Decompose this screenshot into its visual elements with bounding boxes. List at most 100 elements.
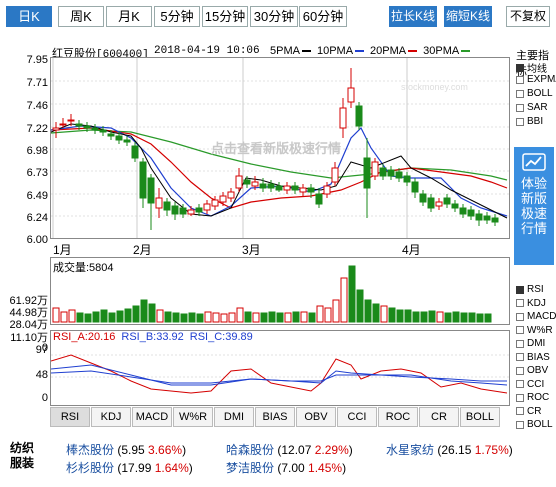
related-stock-link[interactable]: 杉杉股份 (17.99 1.64%) [66,459,193,476]
sector-label: 纺织服装 [10,441,35,470]
sub-indicator-obv[interactable]: OBV [516,365,548,376]
ma-legend: 5PMA 10PMA 20PMA 30PMA [270,45,471,57]
zoom-in-button[interactable]: 缩短K线 [444,6,492,27]
rsi-chart[interactable]: RSI_A:20.16 RSI_B:33.92 RSI_C:39.89 [50,330,510,406]
kline-chart[interactable]: 点击查看新版极速行情 stockmoney.com [50,57,510,239]
promo-button[interactable]: 体验新版极速行情 [514,147,554,265]
checkbox[interactable] [516,103,524,112]
candle-body [467,209,475,217]
volume-bar [236,307,244,323]
indicator-tab-obv[interactable]: OBV [296,407,336,427]
tab-30min[interactable]: 30分钟 [250,6,298,27]
price-tick: 7.22 [26,123,48,135]
sub-indicator-bias[interactable]: BIAS [516,352,550,363]
rsi-a-line [51,354,508,394]
ma-legend-item: 5PMA [270,45,311,57]
tab-day-k[interactable]: 日K [6,6,52,27]
checkbox[interactable] [516,285,524,294]
checkbox-label: CCI [527,378,545,390]
candle-body [491,217,499,223]
indicator-tab-bias[interactable]: BIAS [255,407,295,427]
checkbox[interactable] [516,326,524,334]
indicator-tab-cci[interactable]: CCI [337,407,377,427]
sub-indicator-boll[interactable]: BOLL [516,419,553,430]
sub-indicator-dmi[interactable]: DMI [516,338,545,349]
checkbox[interactable] [516,353,524,361]
candle-body [243,179,251,185]
price-axis: 7.95 7.71 7.46 7.22 6.98 6.73 6.49 6.24 … [0,54,48,246]
related-stock-change: 1.75% [474,443,509,457]
related-stock-name: 棒杰股份 [66,443,115,457]
checkbox[interactable] [516,299,524,307]
candle-body [331,167,339,183]
checkbox[interactable] [516,366,524,375]
checkbox[interactable] [516,339,524,348]
tab-week-k[interactable]: 周K [58,6,104,27]
checkbox[interactable] [516,63,524,72]
checkbox[interactable] [516,393,524,402]
tab-5min[interactable]: 5分钟 [154,6,200,27]
candle-body [291,185,299,191]
sub-indicator-roc[interactable]: ROC [516,392,549,403]
volume-chart[interactable]: 成交量:5804 [50,257,510,325]
volume-bars [52,265,492,323]
sub-indicator-wpctr[interactable]: W%R [516,325,553,336]
sub-indicator-cci[interactable]: CCI [516,379,544,390]
indicator-tab-wpctr[interactable]: W%R [173,407,213,427]
adjust-select[interactable]: 不复权 [506,6,550,27]
checkbox[interactable] [516,380,524,388]
tab-15min[interactable]: 15分钟 [202,6,248,27]
main-indicator-BBI[interactable]: BBI [516,116,543,127]
checkbox-label: 均线 [527,64,547,75]
zoom-out-button[interactable]: 拉长K线 [389,6,437,27]
volume-bar [260,312,268,323]
indicator-tab-cr[interactable]: CR [419,407,459,427]
candle-body [323,185,331,195]
month-label: 1月 [53,243,72,257]
candle-body [147,177,155,204]
checkbox-label: BIAS [527,351,550,363]
checkbox[interactable] [516,89,524,98]
candle-body [195,207,203,213]
related-stock-link[interactable]: 梦洁股份 (7.00 1.45%) [226,459,346,476]
main-indicator-均线[interactable]: 均线 [516,60,547,75]
main-indicator-BOLL[interactable]: BOLL [516,88,553,99]
candle-body [83,125,91,129]
main-indicator-EXPMA[interactable]: EXPMA [516,74,556,85]
sub-indicator-kdj[interactable]: KDJ [516,298,546,309]
main-indicator-SAR[interactable]: SAR [516,102,548,113]
checkbox[interactable] [516,407,524,415]
volume-bar [332,299,340,323]
sub-indicator-macd[interactable]: MACD [516,311,556,322]
checkbox[interactable] [516,117,524,126]
checkbox[interactable] [516,312,524,321]
volume-bar [108,312,116,323]
sub-indicator-cr[interactable]: CR [516,406,541,417]
checkbox-label: DMI [527,338,546,349]
volume-bar [340,277,348,323]
indicator-tab-kdj[interactable]: KDJ [91,407,131,427]
tab-month-k[interactable]: 月K [106,6,152,27]
related-stock-link[interactable]: 棒杰股份 (5.95 3.66%) [66,441,186,458]
candle-body [211,199,219,207]
sub-indicator-rsi[interactable]: RSI [516,284,544,295]
indicator-tab-boll[interactable]: BOLL [460,407,500,427]
related-stock-link[interactable]: 哈森股份 (12.07 2.29%) [226,441,353,458]
indicator-tab-rsi[interactable]: RSI [50,407,90,427]
checkbox[interactable] [516,75,524,84]
checkbox[interactable] [516,420,524,429]
related-stock-price: (7.00 [274,461,309,475]
volume-bar [300,311,308,323]
indicator-tab-dmi[interactable]: DMI [214,407,254,427]
related-stock-link[interactable]: 水星家纺 (26.15 1.75%) [386,441,513,458]
volume-bar [404,309,412,323]
volume-bar [100,309,108,323]
tab-60min[interactable]: 60分钟 [299,6,347,27]
volume-bar [284,312,292,323]
paren: ) [188,461,193,475]
related-stock-name: 杉杉股份 [66,461,115,475]
checkbox-label: BOLL [527,419,553,430]
indicator-tab-roc[interactable]: ROC [378,407,418,427]
volume-bar [204,311,212,323]
indicator-tab-macd[interactable]: MACD [132,407,172,427]
